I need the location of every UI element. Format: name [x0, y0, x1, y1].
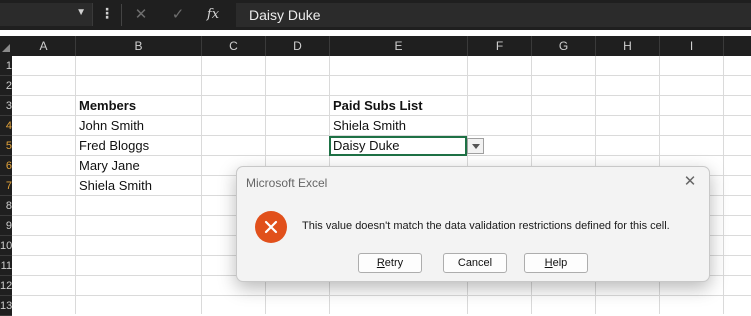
active-cell-border: [329, 136, 467, 156]
retry-label: etry: [384, 257, 404, 269]
column-header-h[interactable]: H: [596, 36, 660, 56]
row-header-4[interactable]: 4: [0, 116, 12, 136]
row-header-7[interactable]: 7: [0, 176, 12, 196]
column-header-e[interactable]: E: [330, 36, 468, 56]
cell-e4[interactable]: Shiela Smith: [330, 116, 406, 136]
gridline: [12, 75, 751, 76]
column-header-b[interactable]: B: [76, 36, 202, 56]
row-header-1[interactable]: 1: [0, 56, 12, 76]
row-header-12[interactable]: 12: [0, 276, 12, 296]
retry-accelerator: R: [376, 257, 385, 269]
chevron-down-icon[interactable]: ▼: [76, 7, 86, 18]
row-header-10[interactable]: 10: [0, 236, 12, 256]
error-dialog: Microsoft Excel ✕ This value doesn't mat…: [236, 166, 710, 282]
gridline: [12, 295, 751, 296]
column-header-f[interactable]: F: [468, 36, 532, 56]
cell-b5[interactable]: Fred Bloggs: [76, 136, 149, 156]
cell-e3[interactable]: Paid Subs List: [330, 96, 423, 116]
cell-b4[interactable]: John Smith: [76, 116, 144, 136]
error-icon: [255, 211, 287, 243]
select-all-triangle-icon: [2, 44, 10, 52]
cell-b7[interactable]: Shiela Smith: [76, 176, 152, 196]
cancel-button[interactable]: Cancel: [443, 253, 507, 273]
row-header-3[interactable]: 3: [0, 96, 12, 116]
help-label: elp: [552, 257, 568, 269]
dialog-title: Microsoft Excel: [246, 176, 328, 190]
help-accelerator: H: [544, 257, 553, 269]
validation-dropdown-button[interactable]: [467, 138, 484, 154]
column-header-g[interactable]: G: [532, 36, 596, 56]
formula-bar: ▼ ⋮ ✕ ✓ fx Daisy Duke: [0, 0, 751, 30]
cell-b6[interactable]: Mary Jane: [76, 156, 140, 176]
row-header-2[interactable]: 2: [0, 76, 12, 96]
column-header-c[interactable]: C: [202, 36, 266, 56]
row-header-13[interactable]: 13: [0, 296, 12, 316]
row-header-11[interactable]: 11: [0, 256, 12, 276]
enter-check-icon[interactable]: ✓: [165, 3, 191, 27]
close-icon[interactable]: ✕: [679, 172, 701, 192]
column-header-a[interactable]: A: [12, 36, 76, 56]
cancel-label: Cancel: [457, 257, 493, 269]
insert-function-icon[interactable]: fx: [200, 3, 226, 27]
cell-b3[interactable]: Members: [76, 96, 136, 116]
row-header-5[interactable]: 5: [0, 136, 12, 156]
divider: [121, 4, 122, 26]
column-header-i[interactable]: I: [660, 36, 724, 56]
column-header-d[interactable]: D: [266, 36, 330, 56]
dialog-message: This value doesn't match the data valida…: [302, 220, 670, 232]
name-box[interactable]: ▼: [0, 3, 93, 26]
row-header-8[interactable]: 8: [0, 196, 12, 216]
chevron-down-icon: [472, 144, 480, 149]
help-button[interactable]: Help: [524, 253, 588, 273]
cancel-entry-icon[interactable]: ✕: [128, 3, 154, 27]
more-options-icon[interactable]: ⋮: [100, 5, 114, 22]
retry-button[interactable]: Retry: [358, 253, 422, 273]
row-header-9[interactable]: 9: [0, 216, 12, 236]
row-header-6[interactable]: 6: [0, 156, 12, 176]
formula-input[interactable]: Daisy Duke: [236, 3, 751, 27]
